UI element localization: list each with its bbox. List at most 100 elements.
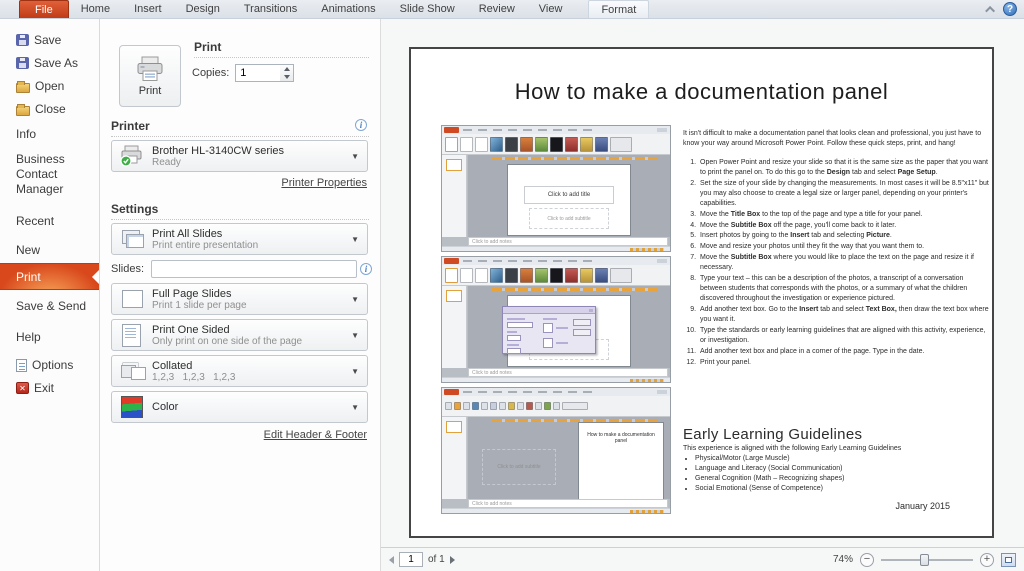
fit-to-window-icon[interactable] [1001,552,1016,567]
mini-notes-pane: Click to add notes [468,237,668,246]
print-preview-area: How to make a documentation panel Click … [380,19,1024,571]
step-item: Move the Subtitle Box off the page, you'… [698,221,989,231]
sidebar-item-print-active[interactable]: Print [0,263,99,290]
dropdown-title: Collated [152,359,193,372]
open-folder-icon [16,80,30,93]
slide-date: January 2015 [895,501,950,511]
stepper-up-icon[interactable] [280,65,293,73]
sidebar-item-info[interactable]: Info [16,127,36,141]
minimize-ribbon-icon[interactable] [985,5,996,16]
copies-label: Copies: [192,67,230,79]
embedded-screenshot-design-tab: Click to add title Click to add subtitle… [441,125,671,252]
divider [111,136,369,137]
tab-animations[interactable]: Animations [309,0,387,18]
sidebar-item-open[interactable]: Open [16,79,64,93]
tab-design[interactable]: Design [174,0,232,18]
sidebar-item-new[interactable]: New [16,243,40,257]
printer-info-icon[interactable]: i [355,119,367,131]
collation-dropdown[interactable]: Collated 1,2,3 1,2,3 1,2,3 ▼ [111,355,368,387]
tab-insert[interactable]: Insert [122,0,174,18]
help-icon[interactable]: ? [1003,2,1017,16]
color-icon [120,395,144,419]
copies-input[interactable] [235,64,282,82]
page-navigation: of 1 [389,552,455,567]
tab-transitions[interactable]: Transitions [232,0,309,18]
exit-icon: ✕ [16,382,29,394]
zoom-in-icon[interactable]: + [980,552,994,567]
tab-format[interactable]: Format [588,0,650,18]
page-count-label: of 1 [428,554,445,565]
dropdown-subtitle: Print 1 slide per page [152,299,247,311]
elg-bullet: Social Emotional (Sense of Competence) [695,484,989,494]
mini-canvas: Click to add subtitle How to make a docu… [468,417,670,513]
printer-status: Ready [152,156,181,168]
sidebar-item-exit[interactable]: ✕ Exit [16,381,54,395]
zoom-slider-thumb[interactable] [919,553,929,566]
dropdown-subtitle: 1,2,3 1,2,3 1,2,3 [152,371,236,383]
mini-tab-labels [463,260,593,262]
zoom-percent-label[interactable]: 74% [833,554,853,565]
sidebar-item-save-as[interactable]: Save As [16,56,78,70]
mini-tab-labels [463,129,593,131]
chevron-down-icon: ▼ [351,330,359,340]
mini-notes-pane: Click to add notes [468,368,668,377]
mini-file-tab [444,258,459,264]
step-item: Add another text box and place in a corn… [698,347,989,357]
printer-properties-link[interactable]: Printer Properties [281,177,367,189]
sidebar-item-close[interactable]: Close [16,102,66,116]
next-page-icon[interactable] [449,555,455,564]
sidebar-item-recent[interactable]: Recent [16,214,54,228]
dropdown-title: Color [152,401,179,413]
mini-title-placeholder: Click to add title [523,186,615,204]
sidebar-item-save-and-send[interactable]: Save & Send [16,299,86,313]
copies-stepper[interactable] [280,64,295,82]
dropdown-title: Print One Sided [152,323,230,336]
close-folder-icon [16,103,30,116]
zoom-out-icon[interactable]: − [860,552,874,567]
mini-status-bar [442,246,670,251]
mini-slide-panel [442,417,467,499]
sidebar-item-options[interactable]: Options [16,358,73,372]
print-layout-dropdown[interactable]: Full Page Slides Print 1 slide per page … [111,283,368,315]
save-icon [16,34,29,46]
slide-title: How to make a documentation panel [514,79,889,104]
print-button[interactable]: Print [119,45,181,107]
exit-label: Exit [34,381,55,395]
sidebar-item-save[interactable]: Save [16,33,61,47]
tab-slide-show[interactable]: Slide Show [388,0,467,18]
file-menu-sidebar: Save Save As Open Close Info Business Co… [0,19,100,571]
tab-home[interactable]: Home [69,0,122,18]
mini-ruler [492,288,658,291]
stepper-down-icon[interactable] [280,73,293,81]
mini-home-ribbon [442,396,670,417]
save-as-icon [16,57,29,69]
page-number-input[interactable] [399,552,423,567]
sidebar-item-business-contact-manager[interactable]: Business Contact Manager [16,152,88,197]
elg-bullet-list: Physical/Motor (Large Muscle) Language a… [695,454,989,495]
embedded-screenshot-page-setup: Click to add notes [441,256,671,383]
mini-canvas [468,286,670,368]
tab-review[interactable]: Review [467,0,527,18]
color-mode-dropdown[interactable]: Color ▼ [111,391,368,423]
mini-status-bar [442,508,670,513]
print-all-slides-icon [120,227,144,251]
printer-select-dropdown[interactable]: Brother HL-3140CW series Ready ▼ [111,140,368,172]
print-section-header: Print [194,40,222,54]
chevron-down-icon: ▼ [351,234,359,244]
mini-theme-gallery [442,265,670,286]
tab-view[interactable]: View [527,0,575,18]
edit-header-footer-link[interactable]: Edit Header & Footer [264,429,367,441]
slides-range-input[interactable] [151,260,357,278]
slides-info-icon[interactable]: i [360,263,372,275]
print-range-dropdown[interactable]: Print All Slides Print entire presentati… [111,223,368,255]
sidebar-item-help[interactable]: Help [16,330,41,344]
duplex-dropdown[interactable]: Print One Sided Only print on one side o… [111,319,368,351]
step-item: Move the Title Box to the top of the pag… [698,210,989,220]
tab-file[interactable]: File [19,0,69,18]
step-item: Type your text – this can be a descripti… [698,274,989,304]
mini-slide-panel [442,155,467,237]
step-item: Set the size of your slide by changing t… [698,179,989,209]
previous-page-icon[interactable] [389,555,394,564]
mini-typed-title: How to make a documentation panel [587,432,655,444]
zoom-slider[interactable] [881,553,973,566]
